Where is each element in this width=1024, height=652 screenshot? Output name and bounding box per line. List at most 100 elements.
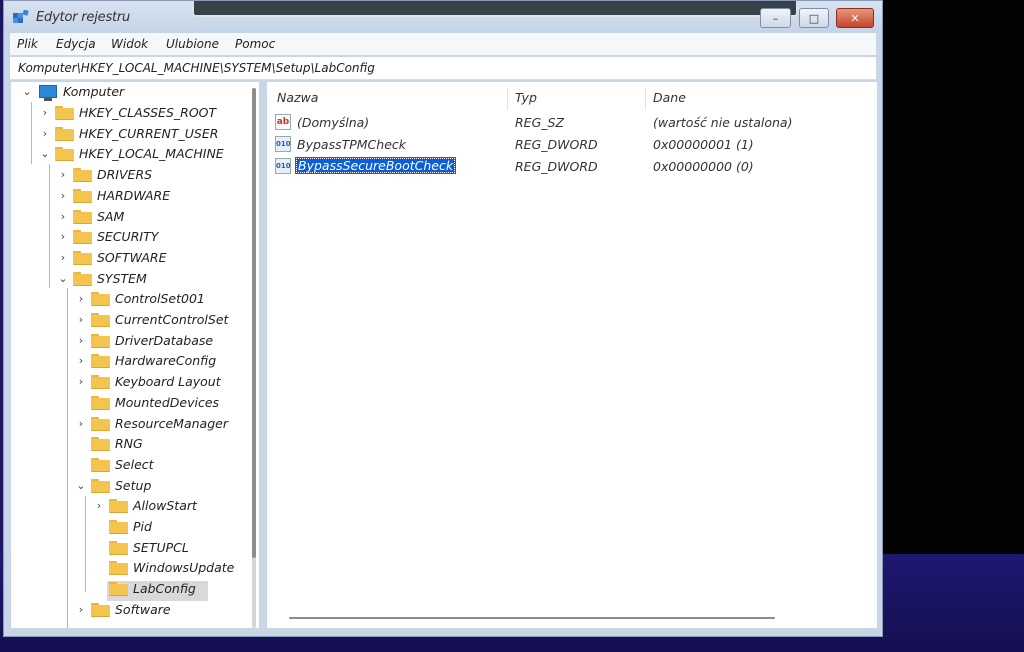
value-data: 0x00000001 (1) [653, 137, 754, 152]
tree-item-setup[interactable]: ⌄ Setup [11, 476, 251, 496]
tree-item-label: Pid [133, 519, 152, 534]
tree-item-labconfig[interactable]: LabConfig [11, 579, 251, 599]
tree-item-setupcl[interactable]: SETUPCL [11, 538, 251, 558]
column-separator[interactable] [507, 88, 508, 110]
folder-icon [73, 271, 92, 286]
folder-icon [55, 147, 74, 162]
tree-item-label: MountedDevices [115, 394, 220, 410]
close-button[interactable]: ✕ [836, 8, 874, 28]
folder-icon [91, 333, 110, 348]
tree-item-label: Setup [115, 477, 152, 493]
tree-item-currentcontrolset[interactable]: › CurrentControlSet [11, 310, 251, 330]
tree-item-sam[interactable]: › SAM [11, 207, 251, 227]
chevron-down-icon[interactable]: ⌄ [75, 478, 87, 494]
menu-widok[interactable]: Widok [111, 37, 148, 51]
value-name[interactable]: (Domyślna) [295, 115, 371, 130]
chevron-right-icon[interactable]: › [75, 374, 87, 390]
chevron-right-icon[interactable]: › [57, 188, 69, 204]
chevron-right-icon[interactable]: › [39, 126, 51, 142]
chevron-down-icon[interactable]: ⌄ [21, 84, 33, 100]
registry-editor-window: Edytor rejestru – □ ✕ Plik Edycja Widok … [3, 0, 883, 637]
chevron-right-icon[interactable]: › [75, 602, 87, 618]
column-header-type[interactable]: Typ [515, 90, 537, 105]
tree-item-windowsupdate[interactable]: WindowsUpdate [11, 558, 251, 578]
tree-item-keyboard-layout[interactable]: › Keyboard Layout [11, 372, 251, 392]
chevron-right-icon[interactable]: › [75, 333, 87, 349]
tree-item-system[interactable]: ⌄ SYSTEM [11, 269, 251, 289]
tree-item-software[interactable]: › SOFTWARE [11, 248, 251, 268]
chevron-right-icon[interactable]: › [57, 250, 69, 266]
tree-item-rng[interactable]: RNG [11, 434, 251, 454]
address-path[interactable]: Komputer\HKEY_LOCAL_MACHINE\SYSTEM\Setup… [18, 61, 375, 75]
tree-item-label: WindowsUpdate [133, 560, 235, 576]
folder-icon [73, 209, 92, 224]
value-row[interactable]: ab (Domyślna) REG_SZ (wartość nie ustalona) [267, 112, 877, 132]
tree-item-allowstart[interactable]: › AllowStart [11, 496, 251, 516]
address-bar[interactable]: Komputer\HKEY_LOCAL_MACHINE\SYSTEM\Setup… [10, 57, 876, 80]
folder-icon [109, 540, 128, 555]
tree-item-label: SECURITY [97, 229, 159, 245]
maximize-icon: □ [808, 11, 820, 25]
dword-value-icon: 010 [275, 136, 291, 152]
tree-item-hkey-current-user[interactable]: › HKEY_CURRENT_USER [11, 124, 251, 144]
folder-icon [91, 375, 110, 390]
menu-pomoc[interactable]: Pomoc [235, 37, 275, 51]
value-type: REG_DWORD [515, 137, 598, 152]
value-type: REG_SZ [515, 115, 565, 130]
folder-icon [109, 499, 128, 514]
chevron-right-icon[interactable]: › [57, 229, 69, 245]
value-name[interactable]: BypassTPMCheck [295, 137, 408, 152]
value-name[interactable]: BypassSecureBootCheck [295, 157, 457, 174]
tree-item-select[interactable]: Select [11, 455, 251, 475]
tree-item-software[interactable]: › Software [11, 600, 251, 620]
tree-item-resourcemanager[interactable]: › ResourceManager [11, 414, 251, 434]
menu-edycja[interactable]: Edycja [56, 37, 96, 51]
chevron-down-icon[interactable]: ⌄ [57, 271, 69, 287]
tree-scrollbar-thumb[interactable] [252, 88, 256, 558]
tree-item-controlset001[interactable]: › ControlSet001 [11, 289, 251, 309]
tree-item-driverdatabase[interactable]: › DriverDatabase [11, 331, 251, 351]
folder-icon [91, 602, 110, 617]
tree-item-komputer[interactable]: ⌄ Komputer [11, 82, 251, 102]
tree-item-hkey-local-machine[interactable]: ⌄ HKEY_LOCAL_MACHINE [11, 144, 251, 164]
tree-item-hardwareconfig[interactable]: › HardwareConfig [11, 351, 251, 371]
values-list-pane[interactable]: Nazwa Typ Dane ab (Domyślna) REG_SZ (wartoś… [266, 81, 878, 629]
tree-item-mounteddevices[interactable]: MountedDevices [11, 393, 251, 413]
chevron-right-icon[interactable]: › [39, 105, 51, 121]
tree-item-hardware[interactable]: › HARDWARE [11, 186, 251, 206]
chevron-right-icon[interactable]: › [75, 353, 87, 369]
list-horizontal-scrollbar[interactable] [289, 617, 775, 619]
column-header-data[interactable]: Dane [653, 90, 686, 105]
chevron-right-icon[interactable]: › [75, 291, 87, 307]
menu-ulubione[interactable]: Ulubione [166, 37, 219, 51]
value-row[interactable]: 010 BypassTPMCheck REG_DWORD 0x00000001 (1) [267, 134, 877, 154]
menu-plik[interactable]: Plik [17, 37, 38, 51]
tree-item-label: HKEY_LOCAL_MACHINE [79, 146, 224, 162]
minimize-button[interactable]: – [760, 8, 791, 28]
chevron-right-icon[interactable]: › [57, 167, 69, 183]
chevron-right-icon[interactable]: › [75, 312, 87, 328]
tree-item-label: Software [115, 601, 171, 617]
tree-item-label: HKEY_CLASSES_ROOT [79, 105, 217, 120]
minimize-icon: – [772, 11, 779, 25]
tree-item-label: Komputer [63, 84, 125, 99]
maximize-button[interactable]: □ [799, 8, 829, 28]
folder-icon [91, 457, 110, 472]
folder-icon [91, 354, 110, 369]
key-tree-pane[interactable]: ⌄ Komputer › HKEY_CLASSES_ROOT › HKEY_CURRE… [10, 81, 260, 629]
tree-item-security[interactable]: › SECURITY [11, 227, 251, 247]
column-header-name[interactable]: Nazwa [277, 90, 318, 105]
folder-icon [55, 106, 74, 120]
chevron-right-icon[interactable]: › [93, 498, 105, 514]
tree-item-pid[interactable]: Pid [11, 517, 251, 537]
value-type: REG_DWORD [515, 159, 598, 174]
tree-scrollbar[interactable] [252, 88, 256, 628]
title-bar[interactable]: Edytor rejestru – □ ✕ [4, 1, 882, 33]
tree-item-drivers[interactable]: › DRIVERS [11, 165, 251, 185]
chevron-right-icon[interactable]: › [57, 209, 69, 225]
column-separator[interactable] [645, 88, 646, 110]
chevron-down-icon[interactable]: ⌄ [39, 146, 51, 162]
value-row[interactable]: 010 BypassSecureBootCheck REG_DWORD 0x00000… [267, 156, 877, 176]
chevron-right-icon[interactable]: › [75, 416, 87, 432]
tree-item-hkey-classes-root[interactable]: › HKEY_CLASSES_ROOT [11, 103, 251, 123]
